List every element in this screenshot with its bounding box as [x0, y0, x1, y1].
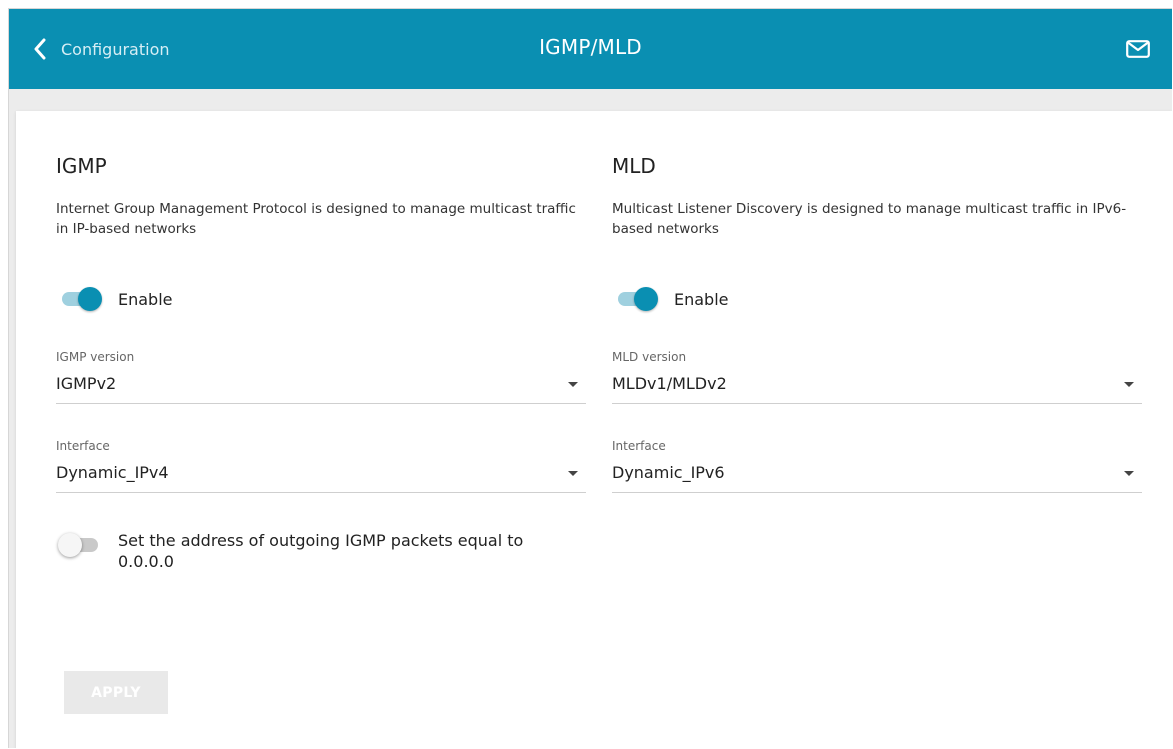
top-bar: Configuration IGMP/MLD	[9, 9, 1172, 89]
igmp-interface-select[interactable]: Interface Dynamic_IPv4	[56, 439, 586, 493]
outgoing-address-toggle[interactable]: Set the address of outgoing IGMP packets…	[58, 531, 558, 572]
dropdown-arrow-icon	[568, 382, 578, 387]
mld-version-select[interactable]: MLD version MLDv1/MLDv2	[612, 350, 1142, 404]
igmp-version-label: IGMP version	[56, 350, 135, 364]
mld-enable-toggle[interactable]: Enable	[616, 287, 729, 311]
igmp-title: IGMP	[56, 154, 107, 178]
mld-description: Multicast Listener Discovery is designed…	[612, 201, 1127, 237]
dropdown-arrow-icon	[568, 471, 578, 476]
page-title: IGMP/MLD	[539, 35, 642, 59]
app-frame: Configuration IGMP/MLD IGMP Internet Gro…	[8, 8, 1172, 748]
igmp-interface-label: Interface	[56, 439, 110, 453]
mld-version-label: MLD version	[612, 350, 687, 364]
igmp-version-value: IGMPv2	[56, 374, 117, 393]
apply-button[interactable]: APPLY	[64, 671, 168, 714]
igmp-interface-value: Dynamic_IPv4	[56, 463, 169, 482]
dropdown-arrow-icon	[1124, 471, 1134, 476]
mld-enable-label: Enable	[674, 289, 729, 309]
igmp-description: Internet Group Management Protocol is de…	[56, 201, 576, 237]
igmp-enable-label: Enable	[118, 289, 173, 309]
igmp-version-select[interactable]: IGMP version IGMPv2	[56, 350, 586, 404]
outgoing-address-label: Set the address of outgoing IGMP packets…	[118, 531, 524, 571]
settings-card: IGMP Internet Group Management Protocol …	[16, 111, 1172, 748]
toggle-switch[interactable]	[58, 533, 100, 557]
mld-version-value: MLDv1/MLDv2	[612, 374, 727, 393]
mld-interface-value: Dynamic_IPv6	[612, 463, 725, 482]
mail-icon[interactable]	[1126, 40, 1150, 58]
mld-title: MLD	[612, 154, 656, 178]
toggle-switch[interactable]	[60, 287, 102, 311]
toggle-switch[interactable]	[616, 287, 658, 311]
mld-interface-select[interactable]: Interface Dynamic_IPv6	[612, 439, 1142, 493]
mld-interface-label: Interface	[612, 439, 666, 453]
dropdown-arrow-icon	[1124, 382, 1134, 387]
igmp-enable-toggle[interactable]: Enable	[60, 287, 173, 311]
